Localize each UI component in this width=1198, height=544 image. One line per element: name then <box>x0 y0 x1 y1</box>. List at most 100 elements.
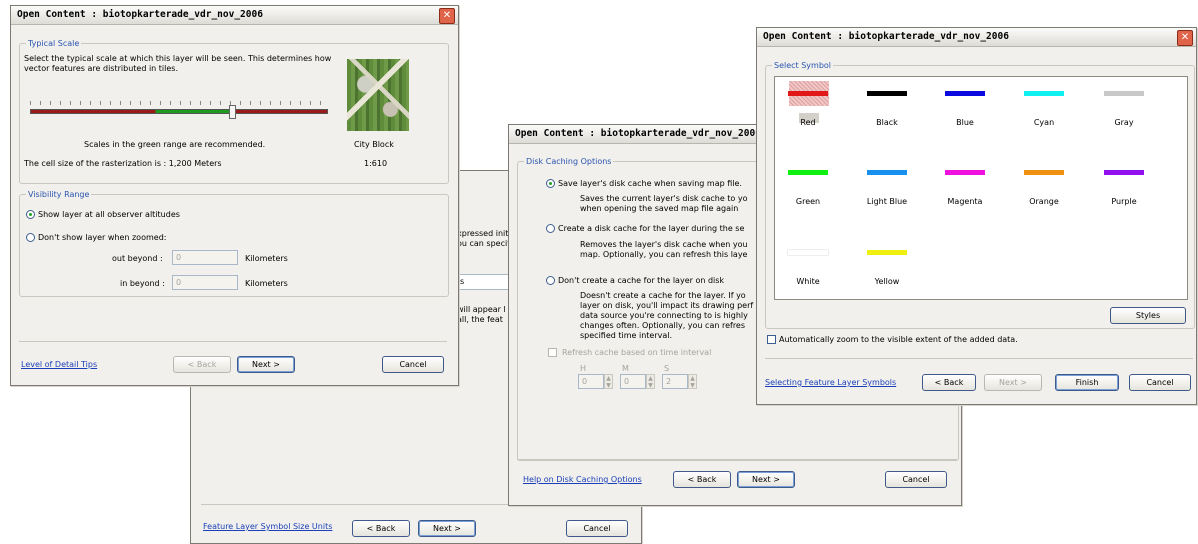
wizard-window-select-symbol: Open Content : biotopkarterade_vdr_nov_2… <box>756 27 1197 405</box>
in-beyond-label: in beyond : <box>120 279 165 288</box>
partial-list-text: s <box>460 277 465 286</box>
symbol-option-light-blue[interactable]: Light Blue <box>857 160 917 220</box>
back-button[interactable]: < Back <box>673 471 731 488</box>
symbol-label: Black <box>876 118 898 127</box>
refresh-cache-checkbox[interactable] <box>548 348 557 357</box>
close-icon[interactable]: ✕ <box>439 8 455 24</box>
symbol-label: Light Blue <box>866 197 908 206</box>
recommendation-text: Scales in the green range are recommende… <box>84 140 266 149</box>
session-cache-label[interactable]: Create a disk cache for the layer during… <box>558 224 744 234</box>
next-button[interactable]: Next > <box>984 374 1042 391</box>
out-beyond-input[interactable]: 0 <box>172 250 238 265</box>
partial-text-line: will appear l <box>457 305 506 314</box>
symbol-swatch <box>1104 170 1144 175</box>
symbol-option-orange[interactable]: Orange <box>1014 160 1074 220</box>
symbol-option-magenta[interactable]: Magenta <box>935 160 995 220</box>
hours-label: H <box>580 364 587 373</box>
symbol-option-blue[interactable]: Blue <box>935 81 995 141</box>
symbol-option-cyan[interactable]: Cyan <box>1014 81 1074 141</box>
cancel-button[interactable]: Cancel <box>566 520 628 537</box>
show-all-label[interactable]: Show layer at all observer altitudes <box>38 210 180 220</box>
symbol-option-yellow[interactable]: Yellow <box>857 240 917 300</box>
save-cache-description: Saves the current layer's disk cache to … <box>580 194 748 213</box>
hours-spinner[interactable]: ▲ ▼ <box>604 374 613 389</box>
auto-zoom-label[interactable]: Automatically zoom to the visible extent… <box>779 335 1018 345</box>
selecting-symbols-link[interactable]: Selecting Feature Layer Symbols <box>765 378 896 387</box>
group-label: Disk Caching Options <box>524 156 614 167</box>
seconds-spinner[interactable]: ▲ ▼ <box>688 374 697 389</box>
symbol-option-black[interactable]: Black <box>857 81 917 141</box>
scale-name: City Block <box>354 140 394 149</box>
window-title: Open Content : biotopkarterade_vdr_nov_2… <box>757 28 1196 47</box>
close-icon[interactable]: ✕ <box>1177 30 1193 46</box>
in-beyond-input[interactable]: 0 <box>172 275 238 290</box>
refresh-cache-label[interactable]: Refresh cache based on time interval <box>562 348 711 358</box>
symbol-option-white[interactable]: White <box>778 240 838 300</box>
symbol-swatch <box>1024 170 1064 175</box>
cancel-button[interactable]: Cancel <box>382 356 444 373</box>
no-cache-label[interactable]: Don't create a cache for the layer on di… <box>558 276 724 286</box>
hours-input[interactable]: 0 <box>578 374 604 389</box>
typical-scale-group: Typical Scale Select the typical scale a… <box>19 38 449 184</box>
symbol-swatch <box>788 170 828 175</box>
symbol-size-units-link[interactable]: Feature Layer Symbol Size Units <box>203 522 332 531</box>
symbol-swatch <box>1024 91 1064 96</box>
cell-size-text: The cell size of the rasterization is : … <box>24 159 222 168</box>
dont-show-radio[interactable] <box>26 233 35 242</box>
next-button[interactable]: Next > <box>237 356 295 373</box>
session-cache-radio[interactable] <box>546 224 555 233</box>
dont-show-label[interactable]: Don't show layer when zoomed: <box>38 233 166 243</box>
back-button[interactable]: < Back <box>352 520 410 537</box>
scale-ratio: 1:610 <box>364 159 388 168</box>
auto-zoom-checkbox[interactable] <box>767 335 776 344</box>
partial-text-line: ou can specif <box>457 239 511 248</box>
seconds-label: S <box>664 364 670 373</box>
show-all-radio[interactable] <box>26 210 35 219</box>
minutes-input[interactable]: 0 <box>620 374 646 389</box>
scale-slider[interactable] <box>30 101 328 121</box>
save-cache-label[interactable]: Save layer's disk cache when saving map … <box>558 179 742 189</box>
partial-text-line: xpressed init <box>457 229 509 238</box>
symbol-option-green[interactable]: Green <box>778 160 838 220</box>
finish-button[interactable]: Finish <box>1055 374 1119 391</box>
group-label: Select Symbol <box>772 60 834 71</box>
symbol-label: Orange <box>1029 197 1059 206</box>
no-cache-radio[interactable] <box>546 276 555 285</box>
next-button[interactable]: Next > <box>418 520 476 537</box>
next-button[interactable]: Next > <box>737 471 795 488</box>
symbol-option-gray[interactable]: Gray <box>1094 81 1154 141</box>
slider-ticks <box>30 101 328 105</box>
symbol-label: Magenta <box>947 197 983 206</box>
disk-caching-help-link[interactable]: Help on Disk Caching Options <box>523 475 642 484</box>
symbol-label: Purple <box>1111 197 1137 206</box>
seconds-input[interactable]: 2 <box>662 374 688 389</box>
symbol-option-purple[interactable]: Purple <box>1094 160 1154 220</box>
slider-thumb[interactable] <box>229 105 236 119</box>
symbol-option-red[interactable]: Red <box>778 81 838 141</box>
out-beyond-label: out beyond : <box>112 254 163 263</box>
save-cache-radio[interactable] <box>546 179 555 188</box>
footer-separator <box>765 358 1193 359</box>
visibility-range-group: Visibility Range Show layer at all obser… <box>19 189 449 297</box>
cancel-button[interactable]: Cancel <box>1129 374 1191 391</box>
footer-separator <box>19 341 447 342</box>
symbol-label: Red <box>800 118 816 127</box>
symbol-swatch <box>788 91 828 96</box>
symbol-swatch <box>867 250 907 255</box>
back-button[interactable]: < Back <box>173 356 231 373</box>
wizard-window-typical-scale: Open Content : biotopkarterade_vdr_nov_2… <box>10 5 459 386</box>
symbol-label: White <box>796 277 820 286</box>
in-beyond-unit: Kilometers <box>245 279 288 288</box>
slider-track <box>30 109 328 114</box>
footer-separator <box>517 459 957 460</box>
partial-text-line: all, the feat <box>457 315 503 324</box>
symbol-label: Gray <box>1114 118 1134 127</box>
out-beyond-unit: Kilometers <box>245 254 288 263</box>
symbol-swatch <box>867 91 907 96</box>
styles-button[interactable]: Styles <box>1110 307 1186 324</box>
back-button[interactable]: < Back <box>922 374 976 391</box>
level-of-detail-tips-link[interactable]: Level of Detail Tips <box>21 360 97 369</box>
minutes-spinner[interactable]: ▲ ▼ <box>646 374 655 389</box>
symbol-label: Green <box>795 197 821 206</box>
cancel-button[interactable]: Cancel <box>885 471 947 488</box>
